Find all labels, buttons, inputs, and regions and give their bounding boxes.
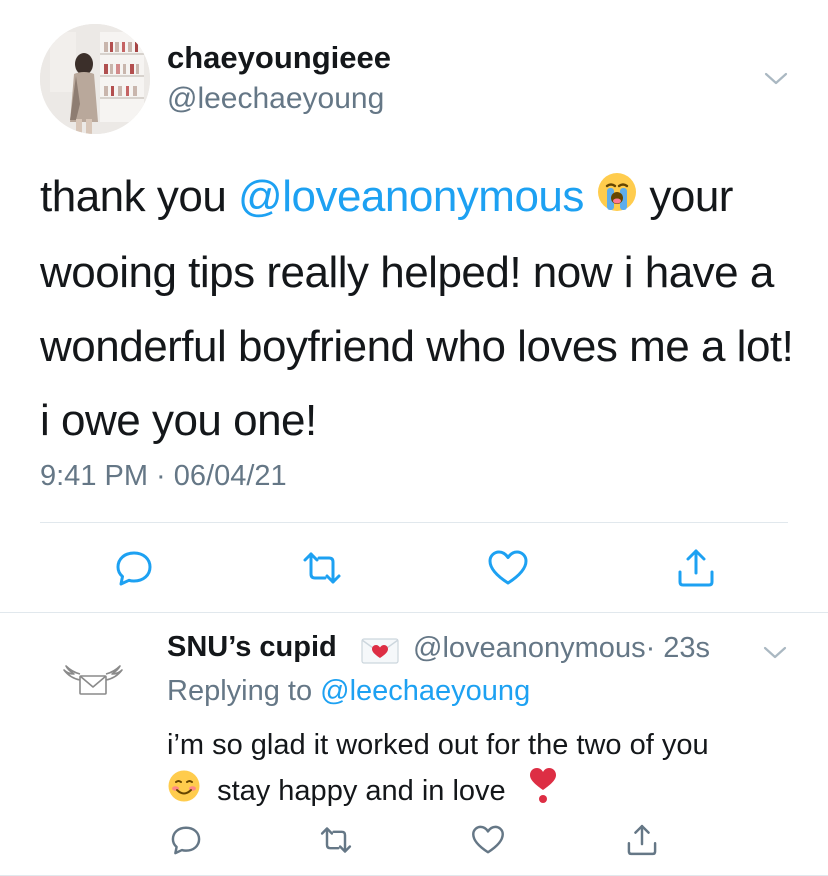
tweet-text-part1: thank you	[40, 172, 239, 221]
tweet-timestamp: 9:41 PM · 06/04/21	[40, 460, 287, 492]
reply-text-line1: i’m so glad it worked out for the two of…	[167, 729, 709, 761]
love-letter-icon	[360, 636, 400, 666]
retweet-icon[interactable]	[318, 822, 354, 858]
replying-handle-link[interactable]: @leechaeyoung	[320, 675, 530, 707]
avatar[interactable]	[40, 24, 150, 134]
mention-link[interactable]: @loveanonymous	[238, 172, 584, 221]
like-icon[interactable]	[470, 822, 506, 858]
smiling-face-icon	[167, 769, 201, 815]
replying-prefix: Replying to	[167, 675, 321, 707]
display-name[interactable]: chaeyoungieee	[167, 40, 391, 76]
reply-text: i’m so glad it worked out for the two of…	[167, 724, 807, 818]
chevron-down-icon[interactable]	[762, 640, 788, 666]
profile-photo-avatar	[40, 24, 150, 134]
divider	[40, 522, 788, 523]
reply-display-name[interactable]: SNU’s cupid	[167, 631, 337, 664]
loudly-crying-face-icon	[596, 162, 638, 236]
winged-envelope-icon[interactable]	[60, 660, 126, 708]
chevron-down-icon[interactable]	[763, 66, 789, 92]
reply-icon[interactable]	[112, 546, 156, 590]
replying-to: Replying to @leechaeyoung	[167, 675, 530, 708]
reply-handle[interactable]: @loveanonymous· 23s	[413, 632, 710, 665]
tweet-text: thank you @loveanonymous your wooing tip…	[40, 160, 800, 458]
reply-text-line2: stay happy and in love	[217, 774, 506, 807]
divider	[0, 612, 828, 613]
like-icon[interactable]	[486, 546, 530, 590]
reply-time: · 23s	[645, 632, 711, 664]
reply-handle-text: @loveanonymous	[413, 632, 646, 664]
user-handle[interactable]: @leechaeyoung	[167, 82, 384, 116]
reply-icon[interactable]	[168, 822, 204, 858]
retweet-icon[interactable]	[300, 546, 344, 590]
heart-exclamation-icon	[528, 766, 558, 818]
share-icon[interactable]	[674, 546, 718, 590]
share-icon[interactable]	[624, 822, 660, 858]
reply-text-line2-row: stay happy and in love	[167, 766, 807, 818]
